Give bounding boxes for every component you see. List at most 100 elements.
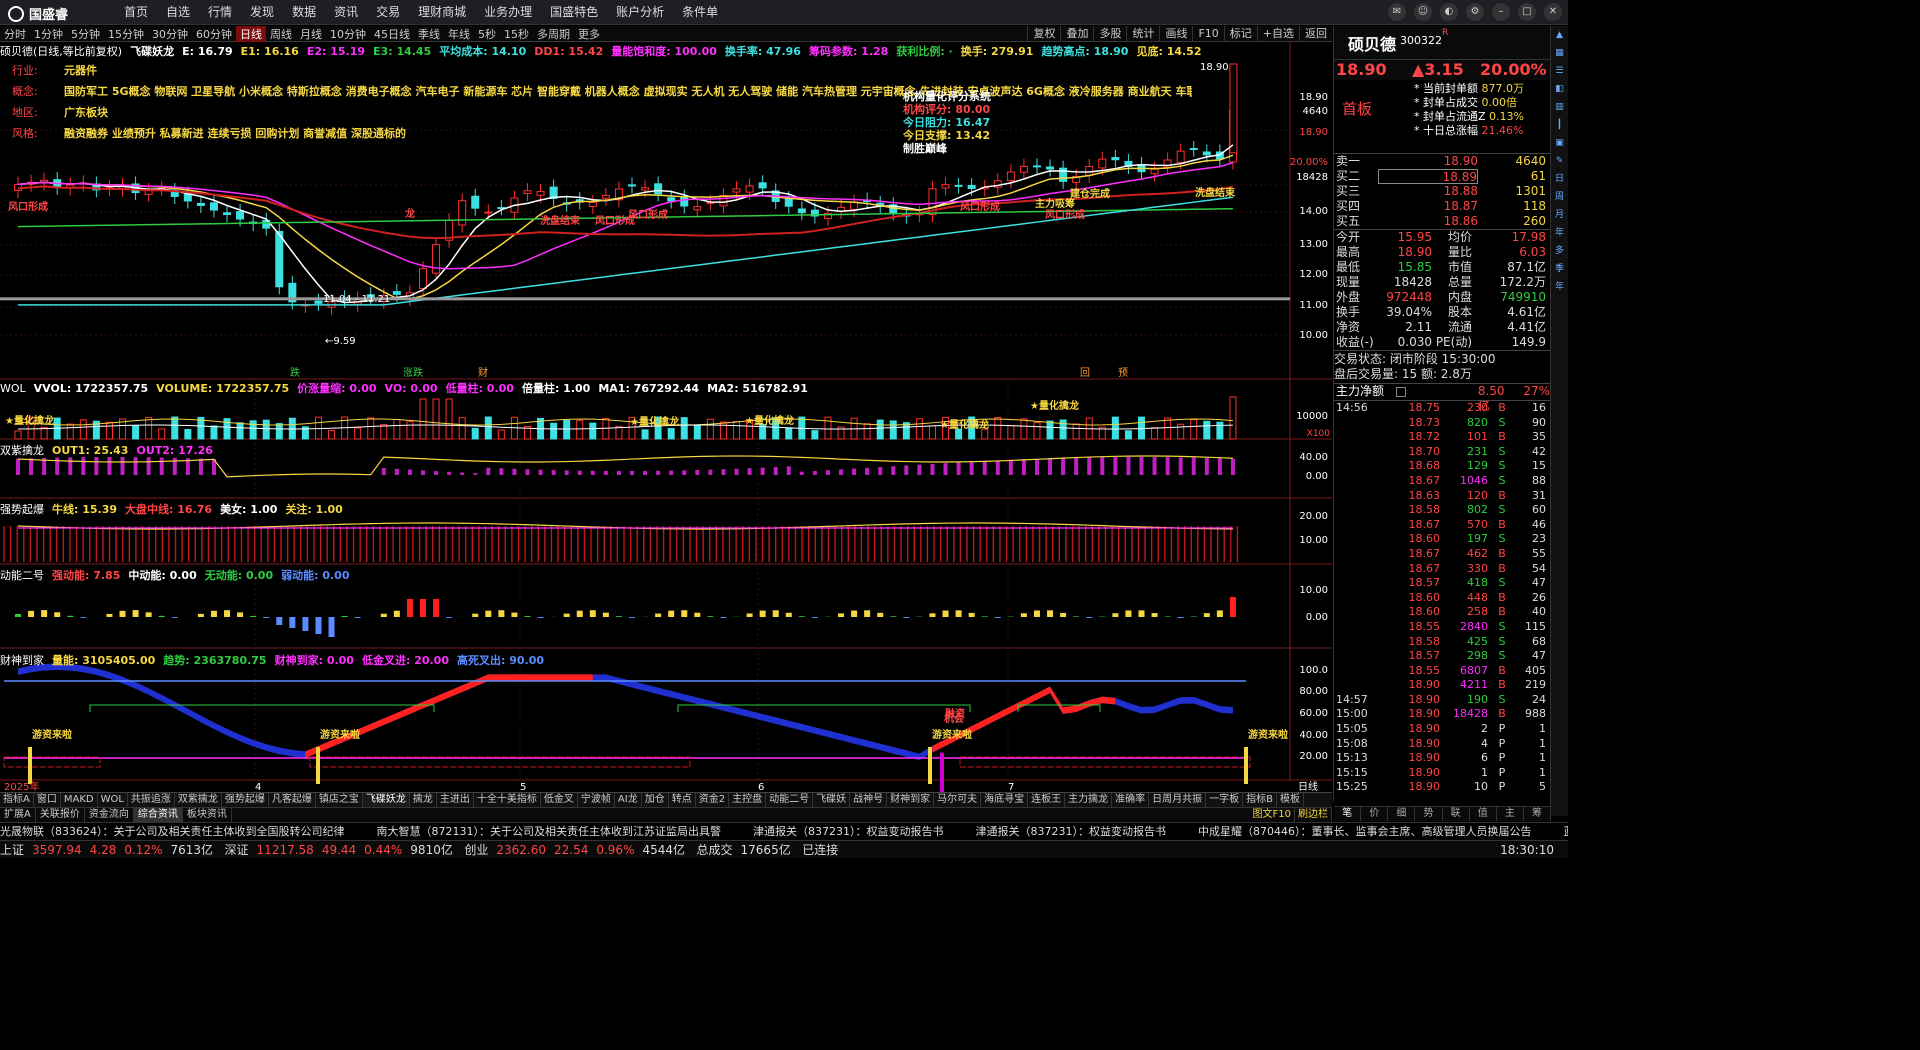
info-tab-4[interactable]: 板块资讯 bbox=[183, 808, 232, 822]
chart-tool-6[interactable]: 标记 bbox=[1223, 26, 1257, 42]
sidebar-grid-icon[interactable]: ▦ bbox=[1551, 44, 1568, 62]
indicator-tab-8[interactable]: 镇店之宝 bbox=[316, 793, 363, 807]
quote-tab-1[interactable]: 价 bbox=[1361, 807, 1389, 821]
maximize-icon[interactable]: □ bbox=[1518, 3, 1536, 21]
period-tab-9[interactable]: 10分钟 bbox=[326, 26, 370, 42]
sidebar-period-1[interactable]: 周 bbox=[1551, 188, 1568, 206]
indicator-tab-26[interactable]: 连板王 bbox=[1028, 793, 1066, 807]
menu-item-4[interactable]: 数据 bbox=[283, 0, 325, 25]
indicator-tab-4[interactable]: 共振追涨 bbox=[128, 793, 175, 807]
indicator-tab-22[interactable]: 战神号 bbox=[850, 793, 888, 807]
indicator-tab-11[interactable]: 主进出 bbox=[437, 793, 474, 807]
indicator-tab-1[interactable]: 窗口 bbox=[34, 793, 61, 807]
quote-tab-5[interactable]: 值 bbox=[1470, 807, 1497, 821]
indicator-tab-3[interactable]: WOL bbox=[98, 793, 128, 807]
chart-tool-3[interactable]: 统计 bbox=[1126, 26, 1159, 42]
sidebar-bar-icon[interactable]: ▥ bbox=[1551, 98, 1568, 116]
close-icon[interactable]: ✕ bbox=[1544, 3, 1562, 21]
indicator-tab-13[interactable]: 低金叉 bbox=[541, 793, 578, 807]
indicator-tab-6[interactable]: 强势起爆 bbox=[222, 793, 269, 807]
minimize-icon[interactable]: – bbox=[1492, 3, 1510, 21]
sidebar-period-5[interactable]: 季 bbox=[1551, 260, 1568, 278]
kline-chart-area[interactable]: 11.04 - 11.21 ←9.59 18.90 风口形成 洗盘结束 风口形成 风口形成主… bbox=[0, 42, 1332, 793]
net-flow-toggle-icon[interactable] bbox=[1396, 387, 1406, 397]
chart-tool-5[interactable]: F10 bbox=[1192, 26, 1223, 42]
period-tab-4[interactable]: 30分钟 bbox=[148, 26, 192, 42]
sidebar-calc-icon[interactable]: ▣ bbox=[1551, 134, 1568, 152]
news-item-5[interactable]: 蓝字高能（834428）：董事 bbox=[1564, 825, 1569, 838]
quote-tab-2[interactable]: 细 bbox=[1388, 807, 1416, 821]
indicator-tab-28[interactable]: 准确率 bbox=[1112, 793, 1150, 807]
quote-tab-0[interactable]: 笔 bbox=[1334, 807, 1362, 821]
menu-item-0[interactable]: 首页 bbox=[115, 0, 157, 25]
message-icon[interactable]: ✉ bbox=[1388, 3, 1406, 21]
menu-item-3[interactable]: 发现 bbox=[241, 0, 283, 25]
period-tab-7[interactable]: 周线 bbox=[266, 26, 296, 42]
quote-tab-4[interactable]: 联 bbox=[1443, 807, 1470, 821]
skin-icon[interactable]: ◐ bbox=[1440, 3, 1458, 21]
news-item-2[interactable]: 津通报关（837231）：权益变动报告书 bbox=[753, 825, 944, 838]
chart-canvas[interactable]: 11.04 - 11.21←9.5918.90风口形成洗盘结束 风口形成风口形成主… bbox=[0, 42, 1332, 793]
book-row-4[interactable]: 买五 18.86 260 bbox=[1334, 214, 1550, 229]
chart-tool-8[interactable]: 返回 bbox=[1299, 26, 1332, 42]
settings-icon[interactable]: ⚙ bbox=[1466, 3, 1484, 21]
menu-item-5[interactable]: 资讯 bbox=[325, 0, 367, 25]
period-tab-6[interactable]: 日线 bbox=[236, 25, 266, 42]
sidebar-chart-icon[interactable]: ◧ bbox=[1551, 80, 1568, 98]
indicator-tab-25[interactable]: 海底寻宝 bbox=[981, 793, 1029, 807]
period-tab-13[interactable]: 5秒 bbox=[474, 26, 500, 42]
indicator-tab-27[interactable]: 主力擒龙 bbox=[1065, 793, 1113, 807]
bottom-link-0[interactable]: 图文F10 bbox=[1250, 808, 1295, 822]
period-tab-0[interactable]: 分时 bbox=[0, 26, 30, 42]
menu-item-6[interactable]: 交易 bbox=[367, 0, 409, 25]
menu-item-2[interactable]: 行情 bbox=[199, 0, 241, 25]
sidebar-period-3[interactable]: 年 bbox=[1551, 224, 1568, 242]
sidebar-pen-icon[interactable]: ✎ bbox=[1551, 152, 1568, 170]
menu-item-10[interactable]: 账户分析 bbox=[607, 0, 673, 25]
period-tab-15[interactable]: 多周期 bbox=[533, 26, 574, 42]
indicator-tab-9[interactable]: 飞碟妖龙 bbox=[362, 793, 410, 807]
indicator-tab-32[interactable]: 模板 bbox=[1277, 793, 1304, 807]
chart-tool-7[interactable]: +自选 bbox=[1256, 26, 1299, 42]
period-tab-3[interactable]: 15分钟 bbox=[104, 26, 148, 42]
sidebar-list-icon[interactable]: ☰ bbox=[1551, 62, 1568, 80]
sidebar-up-icon[interactable]: ▲ bbox=[1551, 26, 1568, 44]
period-tab-8[interactable]: 月线 bbox=[296, 26, 326, 42]
indicator-tab-21[interactable]: 飞碟妖 bbox=[813, 793, 851, 807]
info-tab-3[interactable]: 综合资讯 bbox=[133, 808, 183, 822]
book-row-2[interactable]: 买三 18.88 1301 bbox=[1334, 184, 1550, 199]
indicator-tab-2[interactable]: MAKD bbox=[61, 793, 98, 807]
period-tab-10[interactable]: 45日线 bbox=[370, 26, 414, 42]
indicator-tab-31[interactable]: 指标B bbox=[1243, 793, 1277, 807]
book-row-0[interactable]: 卖一 18.90 4640 bbox=[1334, 154, 1550, 169]
sidebar-period-2[interactable]: 月 bbox=[1551, 206, 1568, 224]
sidebar-period-0[interactable]: 日 bbox=[1551, 170, 1568, 188]
quote-tab-3[interactable]: 势 bbox=[1415, 807, 1443, 821]
chart-tool-4[interactable]: 画线 bbox=[1159, 26, 1192, 42]
info-tab-2[interactable]: 资金流向 bbox=[85, 808, 134, 822]
period-tab-1[interactable]: 1分钟 bbox=[30, 26, 67, 42]
info-tab-1[interactable]: 关联报价 bbox=[36, 808, 85, 822]
period-tab-2[interactable]: 5分钟 bbox=[67, 26, 104, 42]
news-item-4[interactable]: 中成星耀（870446）：董事长、监事会主席、高级管理人员换届公告 bbox=[1198, 825, 1532, 838]
menu-item-1[interactable]: 自选 bbox=[157, 0, 199, 25]
indicator-tab-19[interactable]: 主控盘 bbox=[729, 793, 767, 807]
menu-item-8[interactable]: 业务办理 bbox=[475, 0, 541, 25]
indicator-tab-10[interactable]: 擒龙 bbox=[410, 793, 437, 807]
chart-tool-0[interactable]: 复权 bbox=[1027, 26, 1060, 42]
indicator-tab-14[interactable]: 宁波帧 bbox=[578, 793, 615, 807]
indicator-tab-18[interactable]: 资金2 bbox=[696, 793, 730, 807]
period-tab-16[interactable]: 更多 bbox=[574, 26, 604, 42]
news-item-3[interactable]: 津通报关（837231）：权益变动报告书 bbox=[976, 825, 1167, 838]
sidebar-period-4[interactable]: 多 bbox=[1551, 242, 1568, 260]
indicator-tab-23[interactable]: 财神到家 bbox=[887, 793, 935, 807]
quote-tab-6[interactable]: 主 bbox=[1497, 807, 1524, 821]
info-tab-0[interactable]: 扩展A bbox=[0, 808, 36, 822]
tick-list[interactable]: 14:56 18.75 230 B 16 18.73 820 S 90 18.72 101 B 35 18… bbox=[1334, 401, 1550, 795]
indicator-tab-0[interactable]: 指标A bbox=[0, 793, 34, 807]
news-item-0[interactable]: 光晟物联（833624）：关于公司及相关责任主体收到全国股转公司纪律 bbox=[0, 825, 345, 838]
period-tab-14[interactable]: 15秒 bbox=[500, 26, 533, 42]
indicator-tab-24[interactable]: 马尔可夫 bbox=[934, 793, 982, 807]
indicator-tab-5[interactable]: 双紫擒龙 bbox=[175, 793, 222, 807]
book-row-3[interactable]: 买四 18.87 118 bbox=[1334, 199, 1550, 214]
